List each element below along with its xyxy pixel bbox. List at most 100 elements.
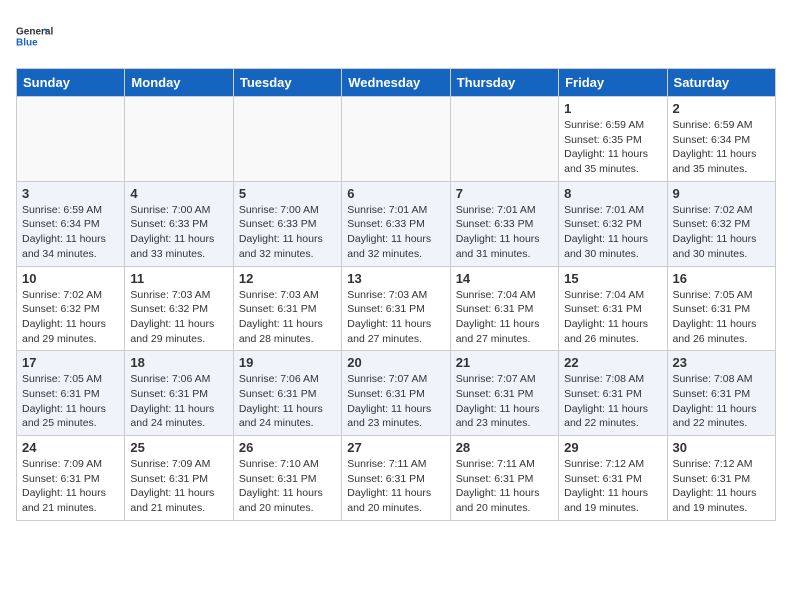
page-header: GeneralBlue [16, 16, 776, 56]
calendar-cell: 21Sunrise: 7:07 AM Sunset: 6:31 PM Dayli… [450, 351, 558, 436]
calendar-cell: 29 Sunrise: 7:12 AM Sunset: 6:31 PM Dayli… [559, 436, 667, 521]
calendar-cell: 18 Sunrise: 7:06 AM Sunset: 6:31 PM Dayli… [125, 351, 233, 436]
calendar-cell: 23 Sunrise: 7:08 AM Sunset: 6:31 PM Dayli… [667, 351, 775, 436]
calendar-cell: 10 Sunrise: 7:02 AM Sunset: 6:32 PM Dayli… [17, 266, 125, 351]
day-info: Sunrise: 7:02 AM Sunset: 6:32 PM Dayligh… [22, 288, 119, 347]
calendar-cell: 19Sunrise: 7:06 AM Sunset: 6:31 PM Dayli… [233, 351, 341, 436]
calendar-cell: 15 Sunrise: 7:04 AM Sunset: 6:31 PM Dayli… [559, 266, 667, 351]
day-info: Sunrise: 7:04 AM Sunset: 6:31 PM Dayligh… [456, 288, 553, 347]
calendar-cell: 2 Sunrise: 6:59 AM Sunset: 6:34 PM Daylig… [667, 97, 775, 182]
day-info: Sunrise: 7:03 AM Sunset: 6:31 PM Dayligh… [239, 288, 336, 347]
calendar-cell [342, 97, 450, 182]
day-info: Sunrise: 7:01 AM Sunset: 6:33 PM Dayligh… [456, 203, 553, 262]
day-header-thursday: Thursday [450, 69, 558, 97]
day-number: 26 [239, 440, 336, 455]
calendar-cell: 27 Sunrise: 7:11 AM Sunset: 6:31 PM Dayli… [342, 436, 450, 521]
calendar-cell: 8 Sunrise: 7:01 AM Sunset: 6:32 PM Daylig… [559, 181, 667, 266]
svg-text:General: General [16, 27, 53, 38]
day-info: Sunrise: 6:59 AM Sunset: 6:34 PM Dayligh… [673, 118, 770, 177]
calendar-cell: 26Sunrise: 7:10 AM Sunset: 6:31 PM Dayli… [233, 436, 341, 521]
day-number: 15 [564, 271, 661, 286]
day-info: Sunrise: 7:09 AM Sunset: 6:31 PM Dayligh… [22, 457, 119, 516]
logo-icon: GeneralBlue [16, 16, 56, 56]
day-number: 22 [564, 355, 661, 370]
day-info: Sunrise: 7:12 AM Sunset: 6:31 PM Dayligh… [564, 457, 661, 516]
day-number: 13 [347, 271, 444, 286]
day-header-monday: Monday [125, 69, 233, 97]
day-number: 7 [456, 186, 553, 201]
calendar-cell: 4Sunrise: 7:00 AM Sunset: 6:33 PM Daylig… [125, 181, 233, 266]
day-number: 19 [239, 355, 336, 370]
day-number: 12 [239, 271, 336, 286]
calendar-cell: 16 Sunrise: 7:05 AM Sunset: 6:31 PM Dayli… [667, 266, 775, 351]
day-number: 1 [564, 101, 661, 116]
svg-text:Blue: Blue [16, 37, 38, 48]
calendar-cell: 12 Sunrise: 7:03 AM Sunset: 6:31 PM Dayli… [233, 266, 341, 351]
logo: GeneralBlue [16, 16, 56, 56]
calendar-cell [125, 97, 233, 182]
day-number: 16 [673, 271, 770, 286]
calendar-table: SundayMondayTuesdayWednesdayThursdayFrid… [16, 68, 776, 521]
day-info: Sunrise: 7:04 AM Sunset: 6:31 PM Dayligh… [564, 288, 661, 347]
day-number: 3 [22, 186, 119, 201]
day-number: 30 [673, 440, 770, 455]
day-info: Sunrise: 7:08 AM Sunset: 6:31 PM Dayligh… [673, 372, 770, 431]
day-info: Sunrise: 7:00 AM Sunset: 6:33 PM Dayligh… [130, 203, 227, 262]
day-info: Sunrise: 7:03 AM Sunset: 6:32 PM Dayligh… [130, 288, 227, 347]
day-info: Sunrise: 6:59 AM Sunset: 6:34 PM Dayligh… [22, 203, 119, 262]
day-info: Sunrise: 6:59 AM Sunset: 6:35 PM Dayligh… [564, 118, 661, 177]
day-number: 23 [673, 355, 770, 370]
day-number: 24 [22, 440, 119, 455]
calendar-cell: 28 Sunrise: 7:11 AM Sunset: 6:31 PM Dayli… [450, 436, 558, 521]
day-info: Sunrise: 7:02 AM Sunset: 6:32 PM Dayligh… [673, 203, 770, 262]
day-number: 28 [456, 440, 553, 455]
day-number: 21 [456, 355, 553, 370]
day-header-friday: Friday [559, 69, 667, 97]
day-header-wednesday: Wednesday [342, 69, 450, 97]
day-info: Sunrise: 7:00 AM Sunset: 6:33 PM Dayligh… [239, 203, 336, 262]
calendar-cell: 3 Sunrise: 6:59 AM Sunset: 6:34 PM Daylig… [17, 181, 125, 266]
calendar-cell [450, 97, 558, 182]
day-number: 8 [564, 186, 661, 201]
day-number: 9 [673, 186, 770, 201]
day-info: Sunrise: 7:01 AM Sunset: 6:33 PM Dayligh… [347, 203, 444, 262]
calendar-cell: 17 Sunrise: 7:05 AM Sunset: 6:31 PM Dayli… [17, 351, 125, 436]
day-info: Sunrise: 7:01 AM Sunset: 6:32 PM Dayligh… [564, 203, 661, 262]
calendar-cell: 20 Sunrise: 7:07 AM Sunset: 6:31 PM Dayli… [342, 351, 450, 436]
day-header-sunday: Sunday [17, 69, 125, 97]
calendar-cell: 14 Sunrise: 7:04 AM Sunset: 6:31 PM Dayli… [450, 266, 558, 351]
day-number: 20 [347, 355, 444, 370]
day-info: Sunrise: 7:08 AM Sunset: 6:31 PM Dayligh… [564, 372, 661, 431]
day-info: Sunrise: 7:09 AM Sunset: 6:31 PM Dayligh… [130, 457, 227, 516]
day-number: 14 [456, 271, 553, 286]
day-number: 2 [673, 101, 770, 116]
calendar-cell: 13 Sunrise: 7:03 AM Sunset: 6:31 PM Dayli… [342, 266, 450, 351]
day-info: Sunrise: 7:07 AM Sunset: 6:31 PM Dayligh… [347, 372, 444, 431]
day-number: 27 [347, 440, 444, 455]
day-header-saturday: Saturday [667, 69, 775, 97]
day-number: 18 [130, 355, 227, 370]
calendar-cell [233, 97, 341, 182]
day-number: 5 [239, 186, 336, 201]
calendar-cell: 7 Sunrise: 7:01 AM Sunset: 6:33 PM Daylig… [450, 181, 558, 266]
calendar-cell: 5 Sunrise: 7:00 AM Sunset: 6:33 PM Daylig… [233, 181, 341, 266]
day-info: Sunrise: 7:06 AM Sunset: 6:31 PM Dayligh… [130, 372, 227, 431]
calendar-cell: 6Sunrise: 7:01 AM Sunset: 6:33 PM Daylig… [342, 181, 450, 266]
day-info: Sunrise: 7:11 AM Sunset: 6:31 PM Dayligh… [456, 457, 553, 516]
calendar-cell: 1 Sunrise: 6:59 AM Sunset: 6:35 PM Daylig… [559, 97, 667, 182]
calendar-cell: 11 Sunrise: 7:03 AM Sunset: 6:32 PM Dayli… [125, 266, 233, 351]
day-info: Sunrise: 7:11 AM Sunset: 6:31 PM Dayligh… [347, 457, 444, 516]
calendar-cell [17, 97, 125, 182]
calendar-cell: 9 Sunrise: 7:02 AM Sunset: 6:32 PM Daylig… [667, 181, 775, 266]
day-number: 25 [130, 440, 227, 455]
calendar-cell: 30 Sunrise: 7:12 AM Sunset: 6:31 PM Dayli… [667, 436, 775, 521]
day-info: Sunrise: 7:05 AM Sunset: 6:31 PM Dayligh… [673, 288, 770, 347]
day-number: 10 [22, 271, 119, 286]
day-info: Sunrise: 7:05 AM Sunset: 6:31 PM Dayligh… [22, 372, 119, 431]
day-number: 17 [22, 355, 119, 370]
day-header-tuesday: Tuesday [233, 69, 341, 97]
day-info: Sunrise: 7:12 AM Sunset: 6:31 PM Dayligh… [673, 457, 770, 516]
day-number: 11 [130, 271, 227, 286]
day-info: Sunrise: 7:03 AM Sunset: 6:31 PM Dayligh… [347, 288, 444, 347]
day-number: 29 [564, 440, 661, 455]
